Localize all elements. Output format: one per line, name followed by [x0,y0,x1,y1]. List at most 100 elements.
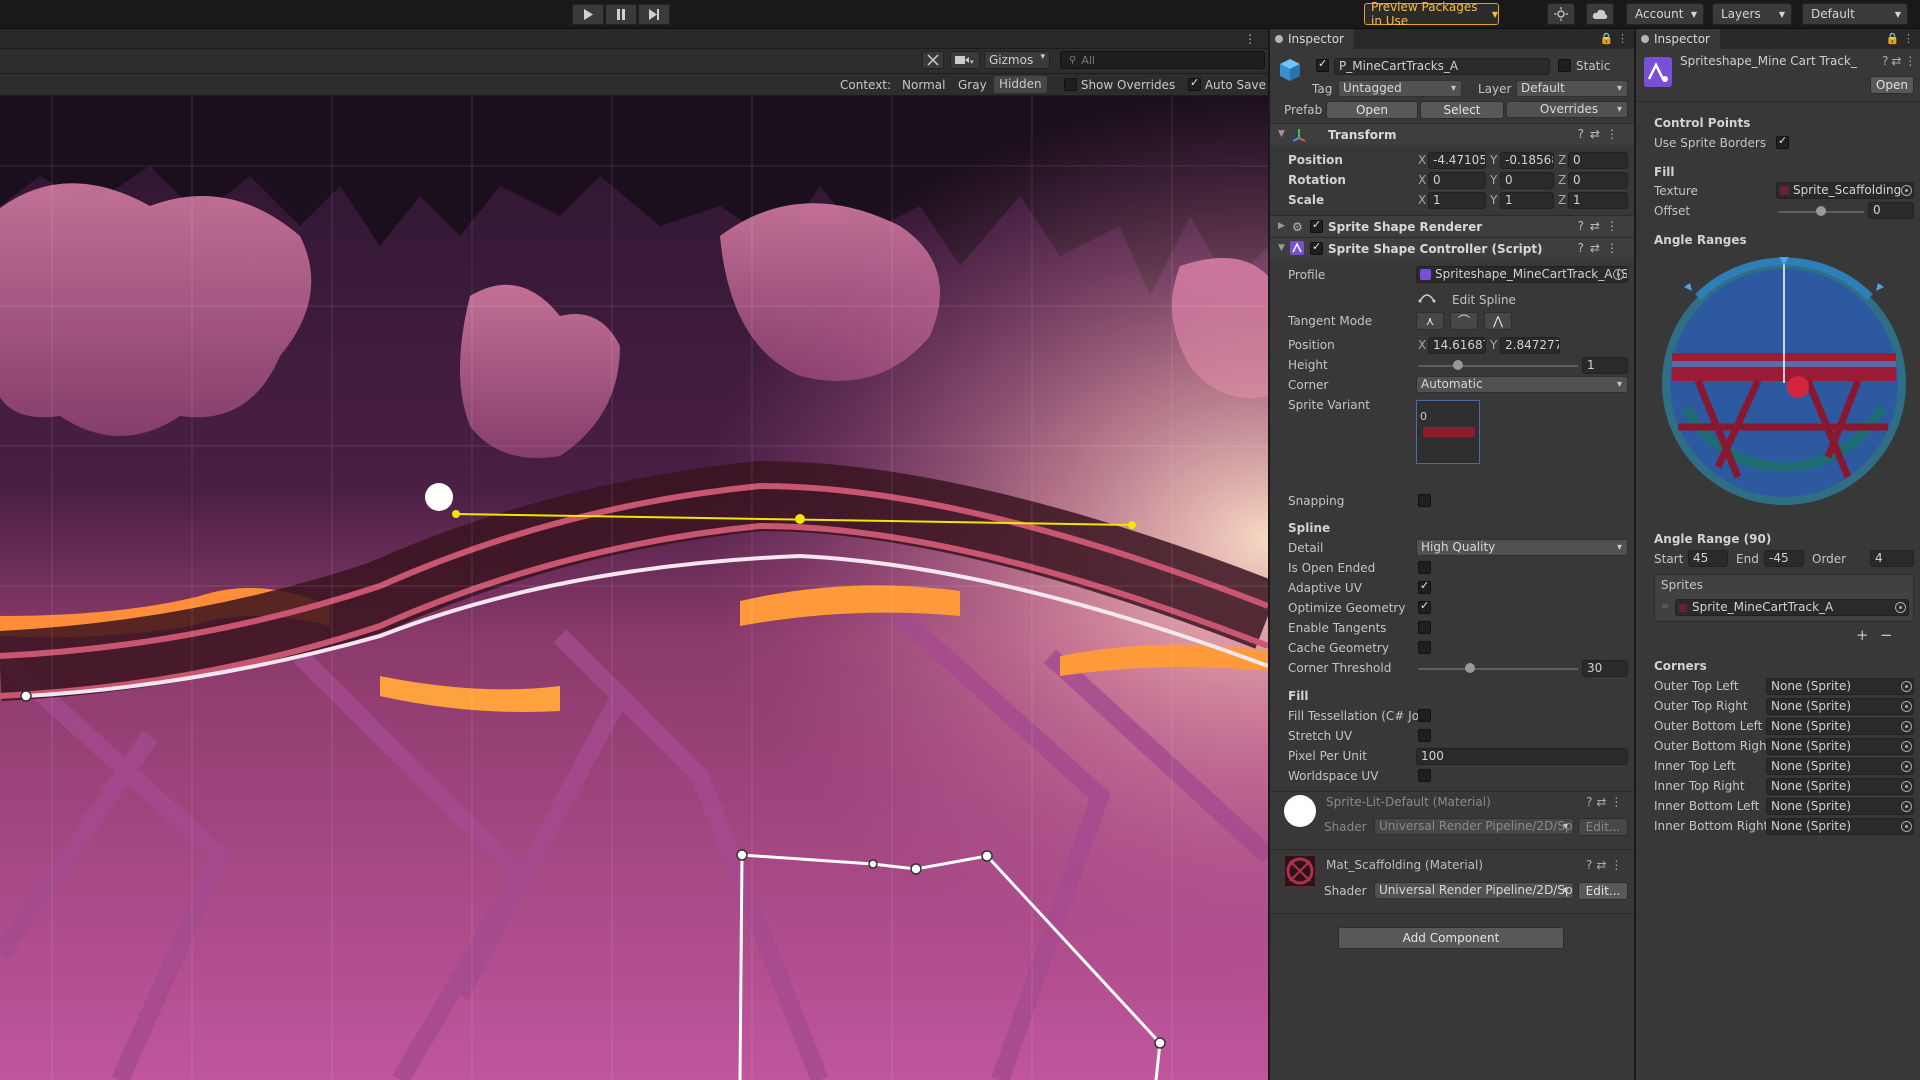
component-tools-icons[interactable]: ?⇄⋮ [1578,127,1624,141]
scene-viewport[interactable] [0,96,1268,1080]
object-picker-icon[interactable] [1901,741,1912,752]
position-z-field[interactable]: 0 [1568,152,1628,169]
lock-icon[interactable]: 🔒 ⋮ [1886,32,1914,45]
object-picker-icon[interactable] [1901,721,1912,732]
tangent-handle-left[interactable] [452,510,460,518]
scale-y-field[interactable]: 1 [1500,192,1554,209]
fill-tessellation-checkbox[interactable] [1418,709,1431,722]
control-point[interactable] [20,690,32,702]
angle-range-dial[interactable] [1658,257,1910,509]
layout-dropdown[interactable]: Default ▼ [1802,3,1908,25]
sprite-variant-thumbnail[interactable]: 0 [1416,400,1480,464]
offset-field[interactable]: 0 [1868,202,1914,219]
play-button[interactable] [572,4,604,25]
foldout-arrow-icon[interactable]: ▶ [1278,221,1285,231]
light-gizmo-icon[interactable] [425,483,453,511]
more-options-icon[interactable]: ⋮ [1244,32,1256,46]
material-1-tools[interactable]: ?⇄⋮ [1586,795,1626,809]
object-picker-icon[interactable] [1901,801,1912,812]
object-picker-icon[interactable] [1895,602,1906,613]
tangent-continuous-button[interactable]: ⌒ [1450,312,1478,330]
position-y-field[interactable]: -0.18568 [1500,152,1554,169]
foldout-arrow-icon[interactable]: ▼ [1278,243,1285,253]
lock-icon[interactable]: 🔒 ⋮ [1600,32,1628,45]
corner-sprite-field[interactable]: None (Sprite) [1766,678,1914,695]
pixel-per-unit-field[interactable]: 100 [1416,748,1628,765]
corner-threshold-slider-knob[interactable] [1465,663,1475,673]
tools-button[interactable] [922,51,944,69]
scale-x-field[interactable]: 1 [1428,192,1486,209]
corner-sprite-field[interactable]: None (Sprite) [1766,738,1914,755]
material-2-edit-button[interactable]: Edit... [1578,882,1628,900]
detail-dropdown[interactable]: High Quality [1416,539,1628,556]
show-overrides-checkbox[interactable] [1064,78,1077,91]
object-picker-icon[interactable] [1901,761,1912,772]
corner-sprite-field[interactable]: None (Sprite) [1766,778,1914,795]
tangent-broken-button[interactable]: ⋀ [1484,312,1512,330]
add-component-button[interactable]: Add Component [1338,927,1564,949]
component-tools-icons[interactable]: ?⇄⋮ [1578,241,1624,255]
corner-sprite-field[interactable]: None (Sprite) [1766,718,1914,735]
profile-object-field[interactable]: Spriteshape_MineCartTrack_A (S [1416,266,1628,283]
tab-inspector[interactable]: Inspector [1270,29,1354,49]
material-2-shader-dropdown[interactable]: Universal Render Pipeline/2D/Spr [1374,882,1574,899]
selected-control-point[interactable] [795,514,805,524]
material-1-edit-button[interactable]: Edit... [1578,818,1628,836]
cloud-button[interactable] [1586,3,1614,25]
layer-dropdown[interactable]: Default [1516,80,1628,97]
object-picker-icon[interactable] [1901,821,1912,832]
snapping-checkbox[interactable] [1418,494,1431,507]
sprite-shape-controller-header[interactable]: ▼ Sprite Shape Controller (Script) ?⇄⋮ [1270,237,1634,259]
corner-sprite-field[interactable]: None (Sprite) [1766,698,1914,715]
controller-enabled-checkbox[interactable] [1310,240,1323,255]
step-button[interactable] [638,4,670,25]
corner-sprite-field[interactable]: None (Sprite) [1766,758,1914,775]
camera-button[interactable]: ▾ [950,51,980,69]
angle-handle-right[interactable] [1876,283,1884,291]
end-field[interactable]: -45 [1764,550,1804,567]
account-dropdown[interactable]: Account ▼ [1626,3,1704,25]
transform-header[interactable]: ▼ Transform ?⇄⋮ [1270,123,1634,145]
context-hidden-button[interactable]: Hidden [994,76,1047,93]
rotation-x-field[interactable]: 0 [1428,172,1486,189]
worldspace-uv-checkbox[interactable] [1418,769,1431,782]
add-sprite-button[interactable]: + [1856,626,1869,644]
cache-geometry-checkbox[interactable] [1418,641,1431,654]
stretch-uv-checkbox[interactable] [1418,729,1431,742]
object-picker-icon[interactable] [1901,701,1912,712]
scene-canvas[interactable] [0,96,1268,1080]
lighting-button[interactable] [1547,3,1575,25]
renderer-enabled-checkbox[interactable] [1310,218,1323,233]
gizmos-dropdown[interactable]: Gizmos ▾ [984,51,1050,69]
object-picker-icon[interactable] [1901,185,1912,196]
corner-threshold-field[interactable]: 30 [1582,660,1628,677]
drag-handle-icon[interactable]: = [1661,601,1669,612]
texture-object-field[interactable]: Sprite_Scaffolding [1776,182,1914,199]
point-position-y-field[interactable]: 2.847277 [1500,337,1560,354]
show-overrides-toggle[interactable]: Show Overrides [1064,78,1175,92]
pause-button[interactable] [605,4,637,25]
corner-threshold-slider-track[interactable] [1418,668,1578,670]
prefab-overrides-dropdown[interactable]: Overrides [1506,101,1628,118]
tangent-linear-button[interactable]: ⋏ [1416,312,1444,330]
foldout-arrow-icon[interactable]: ▼ [1278,129,1285,139]
preview-packages-button[interactable]: Preview Packages in Use ▼ [1364,0,1499,28]
material-2-tools[interactable]: ?⇄⋮ [1586,858,1626,872]
adaptive-uv-checkbox[interactable] [1418,579,1431,594]
static-checkbox[interactable] [1558,59,1571,72]
auto-save-checkbox[interactable] [1188,76,1201,91]
rotation-y-field[interactable]: 0 [1500,172,1554,189]
order-field[interactable]: 4 [1870,550,1914,567]
is-open-ended-checkbox[interactable] [1418,561,1431,574]
height-slider-track[interactable] [1418,365,1578,367]
rotation-z-field[interactable]: 0 [1568,172,1628,189]
height-field[interactable]: 1 [1582,357,1628,374]
position-x-field[interactable]: -4.47105 [1428,152,1486,169]
context-gray-button[interactable]: Gray [958,78,987,92]
prefab-open-button[interactable]: Open [1326,101,1418,119]
start-field[interactable]: 45 [1688,550,1728,567]
sprite-shape-renderer-header[interactable]: ▶ ⚙ Sprite Shape Renderer ?⇄⋮ [1270,215,1634,237]
object-name-field[interactable]: P_MineCartTracks_A [1334,58,1550,75]
remove-sprite-button[interactable]: − [1880,626,1893,644]
tab-inspector-2[interactable]: Inspector [1636,29,1720,49]
